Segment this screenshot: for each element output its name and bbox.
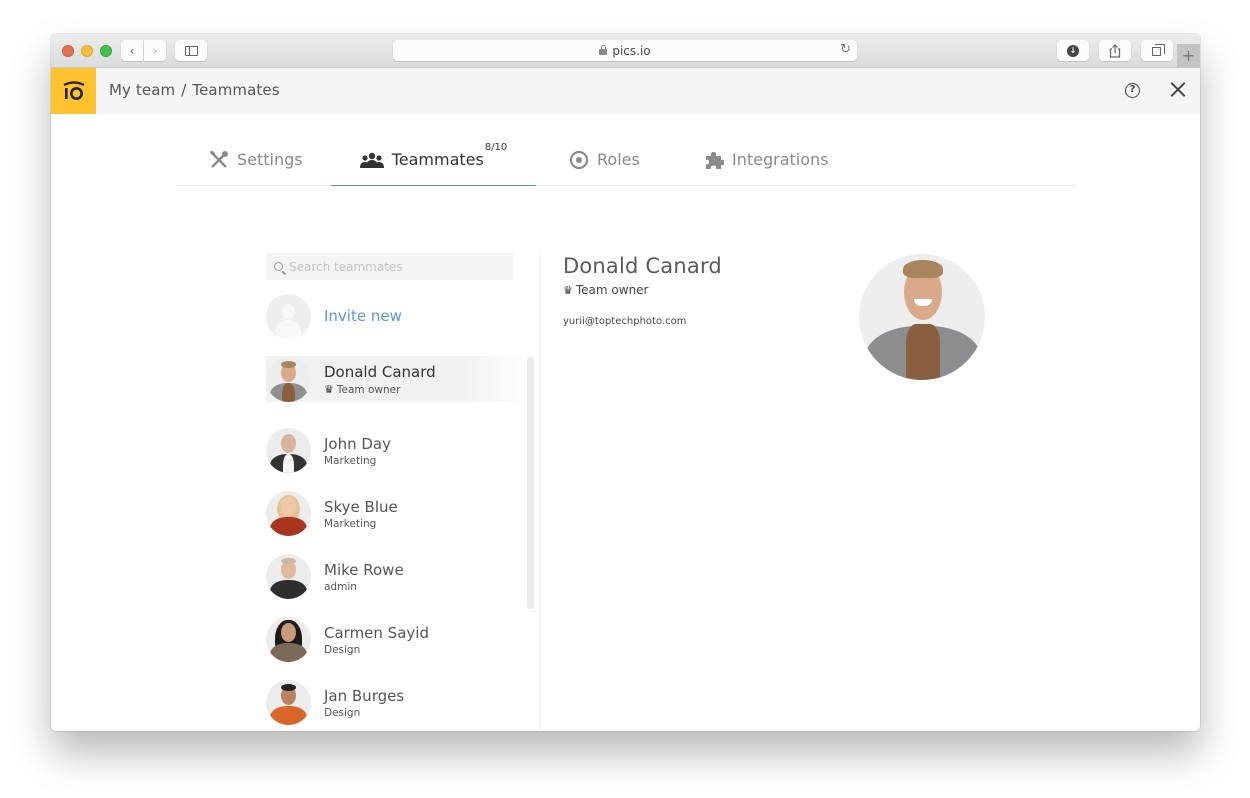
chevron-right-icon: › bbox=[152, 43, 158, 58]
forward-button[interactable]: › bbox=[144, 40, 166, 61]
list-item[interactable]: John Day Marketing bbox=[266, 419, 536, 482]
avatar bbox=[266, 680, 311, 725]
close-window-button[interactable] bbox=[62, 45, 74, 57]
list-item[interactable]: Carmen Sayid Design bbox=[266, 608, 536, 671]
member-role: Marketing bbox=[324, 454, 377, 467]
tab-teammates[interactable]: Teammates 8/10 bbox=[331, 142, 536, 186]
downloads-button[interactable]: ↓ bbox=[1057, 40, 1089, 61]
breadcrumb-separator: / bbox=[181, 81, 187, 99]
crown-icon: ♛ bbox=[324, 382, 334, 396]
crown-icon: ♛ bbox=[563, 284, 573, 297]
help-icon[interactable]: ? bbox=[1125, 83, 1140, 98]
invite-new-label: Invite new bbox=[324, 307, 402, 325]
tab-settings[interactable]: Settings bbox=[209, 150, 303, 186]
avatar bbox=[266, 356, 311, 402]
list-item[interactable]: Mike Rowe admin bbox=[266, 545, 536, 608]
avatar bbox=[266, 491, 311, 536]
panel-divider bbox=[540, 252, 541, 730]
avatar-placeholder-icon bbox=[266, 293, 311, 339]
new-tab-button[interactable]: + bbox=[1177, 44, 1200, 68]
invite-new-button[interactable]: Invite new bbox=[266, 293, 402, 339]
teammate-avatar[interactable] bbox=[859, 254, 985, 380]
tab-roles[interactable]: Roles bbox=[569, 150, 640, 186]
url-text: pics.io bbox=[612, 43, 651, 58]
tabs-overview-icon bbox=[1151, 44, 1165, 56]
back-button[interactable]: ‹ bbox=[121, 40, 143, 61]
settings-tabs: Settings Teammates 8/10 Roles Integratio… bbox=[176, 114, 1076, 186]
app-header: My team / Teammates ? bbox=[51, 68, 1200, 114]
teammate-role-label: Team owner bbox=[575, 283, 649, 297]
teammates-count-badge: 8/10 bbox=[484, 142, 508, 153]
avatar bbox=[266, 554, 311, 599]
teammate-email: yurii@toptechphoto.com bbox=[563, 316, 687, 327]
puzzle-icon bbox=[704, 150, 724, 170]
share-icon bbox=[1109, 43, 1121, 58]
sidebar-icon bbox=[184, 45, 198, 56]
tab-settings-label: Settings bbox=[237, 150, 303, 169]
teammates-list: Donald Canard ♛ Team owner John Day Marke… bbox=[266, 356, 536, 731]
teammate-role: ♛ Team owner bbox=[563, 283, 648, 297]
avatar bbox=[266, 617, 311, 662]
lock-icon bbox=[599, 44, 608, 55]
browser-window: ‹ › pics.io ↻ ↓ + My team / Teammates ? … bbox=[51, 34, 1200, 731]
teammate-name: Donald Canard bbox=[563, 254, 722, 278]
search-input[interactable] bbox=[289, 259, 499, 274]
people-icon bbox=[359, 150, 384, 170]
search-field[interactable] bbox=[266, 253, 513, 280]
member-role: admin bbox=[324, 580, 357, 593]
maximize-window-button[interactable] bbox=[100, 45, 112, 57]
member-name: Carmen Sayid bbox=[324, 623, 429, 642]
tools-icon bbox=[209, 150, 229, 170]
tab-teammates-label: Teammates bbox=[391, 150, 484, 169]
close-icon[interactable] bbox=[1168, 79, 1188, 99]
minimize-window-button[interactable] bbox=[81, 45, 93, 57]
picsio-logo[interactable] bbox=[51, 68, 96, 114]
download-icon: ↓ bbox=[1067, 44, 1079, 57]
address-bar[interactable]: pics.io ↻ bbox=[393, 40, 857, 61]
member-role: Design bbox=[324, 706, 361, 719]
breadcrumb-my-team[interactable]: My team bbox=[109, 81, 175, 99]
member-role: Team owner bbox=[336, 383, 401, 396]
browser-toolbar: ‹ › pics.io ↻ ↓ + bbox=[51, 34, 1200, 68]
member-name: John Day bbox=[324, 434, 392, 453]
sidebar-toggle-button[interactable] bbox=[175, 40, 207, 61]
list-item[interactable]: Skye Blue Marketing bbox=[266, 482, 536, 545]
chevron-left-icon: ‹ bbox=[129, 43, 135, 58]
list-item[interactable]: Donald Canard ♛ Team owner bbox=[266, 356, 536, 402]
show-tabs-button[interactable] bbox=[1141, 40, 1173, 61]
avatar bbox=[266, 428, 311, 473]
share-button[interactable] bbox=[1099, 40, 1131, 61]
tab-integrations-label: Integrations bbox=[732, 150, 829, 169]
member-name: Mike Rowe bbox=[324, 560, 404, 579]
search-icon bbox=[274, 262, 283, 271]
member-name: Donald Canard bbox=[324, 362, 436, 381]
tab-integrations[interactable]: Integrations bbox=[704, 150, 829, 186]
member-name: Jan Burges bbox=[324, 686, 405, 705]
reload-icon[interactable]: ↻ bbox=[840, 42, 851, 57]
member-role: Marketing bbox=[324, 517, 377, 530]
eye-icon bbox=[569, 150, 589, 170]
breadcrumb-teammates: Teammates bbox=[192, 81, 280, 99]
list-scrollbar[interactable] bbox=[527, 357, 534, 609]
member-name: Skye Blue bbox=[324, 497, 398, 516]
logo-icon bbox=[63, 81, 84, 100]
breadcrumb: My team / Teammates bbox=[109, 81, 280, 99]
tab-roles-label: Roles bbox=[597, 150, 640, 169]
list-item[interactable]: Jan Burges Design bbox=[266, 671, 536, 731]
member-role: Design bbox=[324, 643, 361, 656]
